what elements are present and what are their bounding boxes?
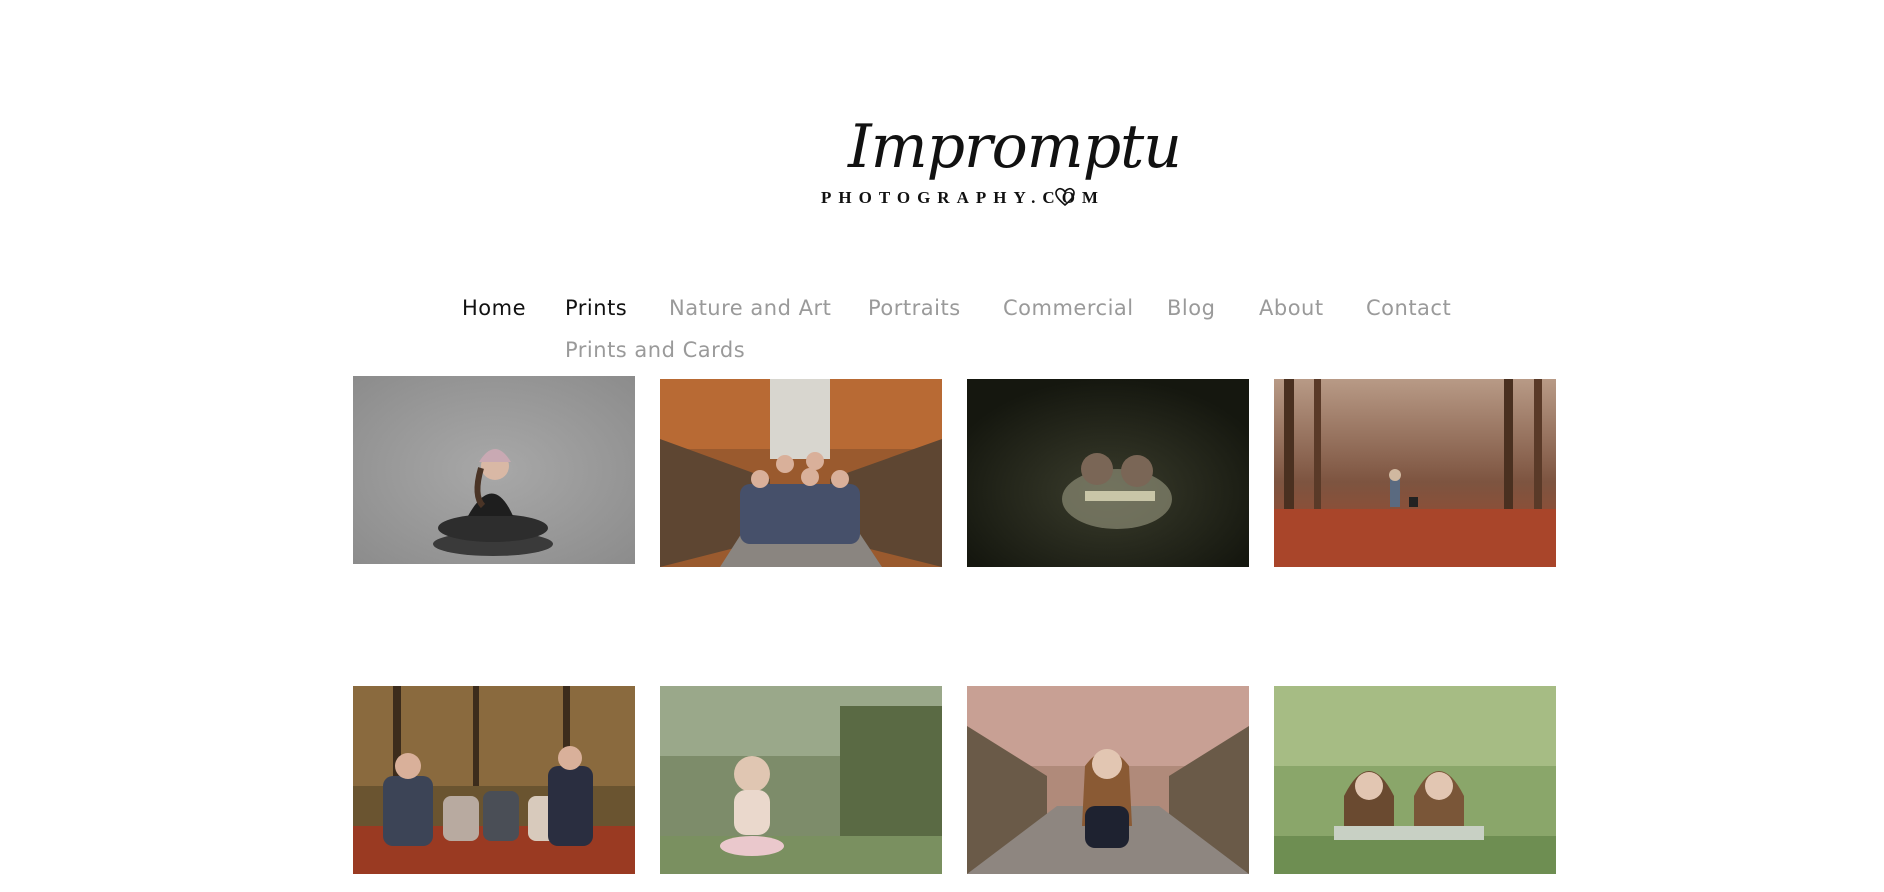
nav-item-portraits[interactable]: Portraits xyxy=(868,296,961,320)
photo-girl-on-pillows xyxy=(353,376,635,564)
gallery-photo-6[interactable] xyxy=(660,686,942,874)
gallery-photo-2[interactable] xyxy=(660,379,942,567)
main-nav: Home Prints Nature and Art Portraits Com… xyxy=(0,296,1884,326)
site-logo[interactable]: Impromptu PHOTOGRAPHY.COM xyxy=(818,112,1182,222)
gallery-photo-1[interactable] xyxy=(353,376,635,564)
nav-item-about[interactable]: About xyxy=(1259,296,1324,320)
photo-girls-reading xyxy=(967,379,1249,567)
gallery-photo-7[interactable] xyxy=(967,686,1249,874)
nav-item-commercial[interactable]: Commercial xyxy=(1003,296,1134,320)
nav-item-home[interactable]: Home xyxy=(462,296,526,320)
nav-item-contact[interactable]: Contact xyxy=(1366,296,1451,320)
prints-submenu: Prints and Cards xyxy=(546,333,766,379)
gallery-photo-3[interactable] xyxy=(967,379,1249,567)
photo-girl-on-path xyxy=(967,686,1249,874)
nav-item-blog[interactable]: Blog xyxy=(1167,296,1215,320)
photo-two-sisters xyxy=(1274,686,1556,874)
nav-item-prints[interactable]: Prints xyxy=(565,296,627,320)
photo-family-with-babies xyxy=(353,686,635,874)
photo-baby-in-garden xyxy=(660,686,942,874)
heart-icon xyxy=(1055,187,1075,207)
gallery-photo-8[interactable] xyxy=(1274,686,1556,874)
photo-child-in-forest xyxy=(1274,379,1556,567)
photo-family-on-bridge xyxy=(660,379,942,567)
gallery-photo-5[interactable] xyxy=(353,686,635,874)
gallery-photo-4[interactable] xyxy=(1274,379,1556,567)
logo-script-text: Impromptu xyxy=(848,112,1182,182)
nav-item-nature-and-art[interactable]: Nature and Art xyxy=(669,296,831,320)
submenu-item-prints-and-cards[interactable]: Prints and Cards xyxy=(565,338,745,362)
